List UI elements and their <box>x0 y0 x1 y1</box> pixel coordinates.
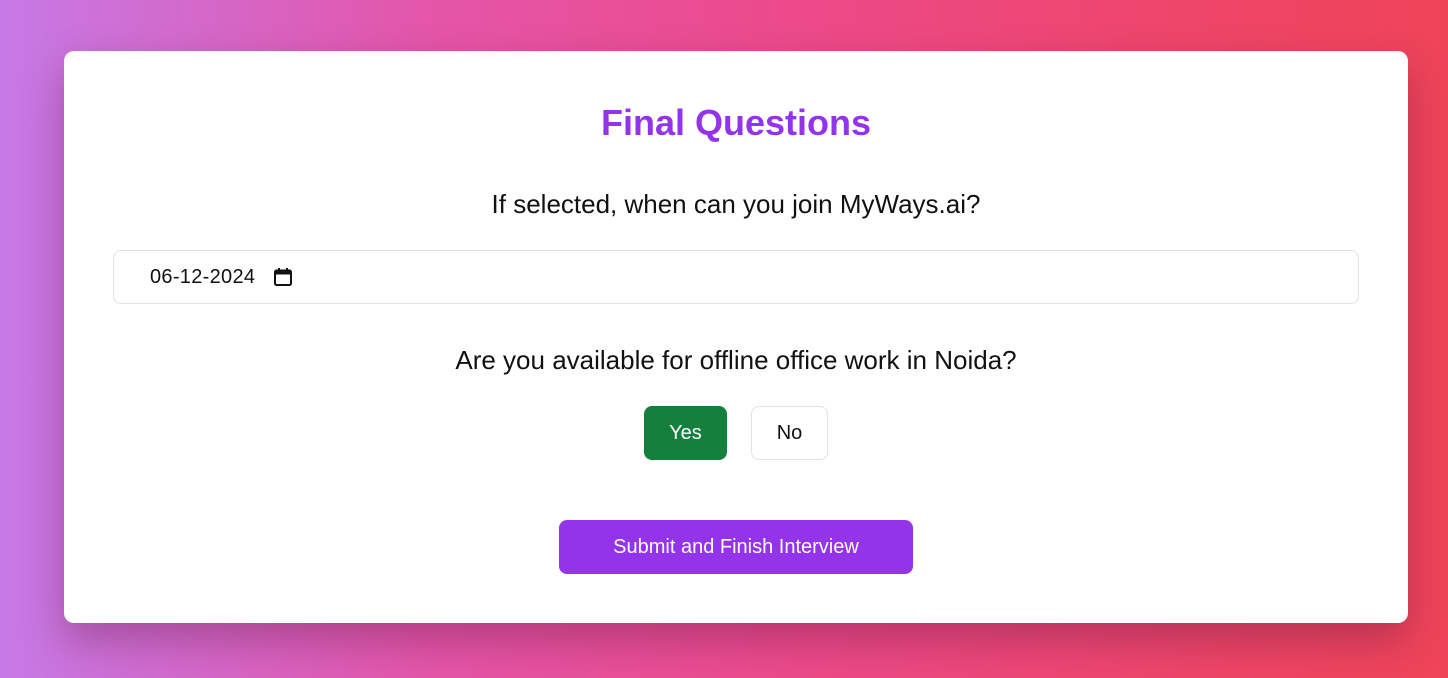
final-questions-card: Final Questions If selected, when can yo… <box>64 51 1408 623</box>
join-date-input[interactable]: 06-12-2024 <box>113 250 1359 304</box>
yes-button[interactable]: Yes <box>644 406 727 460</box>
no-button[interactable]: No <box>751 406 828 460</box>
calendar-icon[interactable] <box>273 267 293 287</box>
page-title: Final Questions <box>600 102 872 143</box>
submit-finish-interview-button[interactable]: Submit and Finish Interview <box>559 520 913 574</box>
join-date-value[interactable]: 06-12-2024 <box>150 266 255 289</box>
availability-options: Yes No <box>64 406 1408 460</box>
office-availability-question: Are you available for offline office wor… <box>455 345 1017 375</box>
join-date-question: If selected, when can you join MyWays.ai… <box>491 189 981 219</box>
